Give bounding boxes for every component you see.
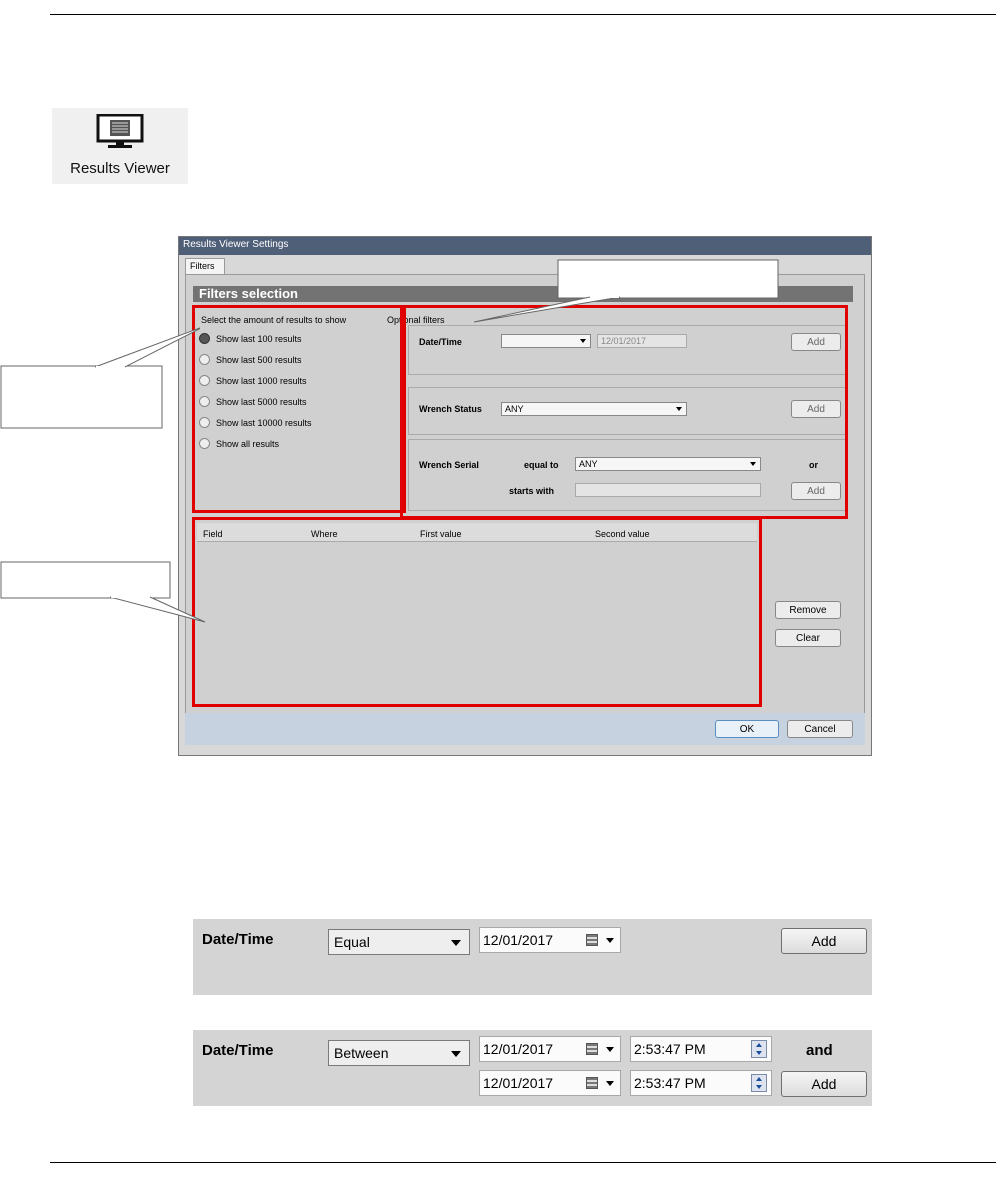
equal-add-button[interactable]: Add bbox=[781, 928, 867, 954]
datetime-equal-example: Date/Time Equal 12/01/2017 Add bbox=[193, 919, 872, 995]
between-add-button[interactable]: Add bbox=[781, 1071, 867, 1097]
between-date2-picker[interactable]: 12/01/2017 bbox=[479, 1070, 621, 1096]
chevron-down-icon bbox=[606, 1081, 614, 1086]
monitor-icon bbox=[96, 114, 144, 148]
and-label: and bbox=[806, 1042, 833, 1059]
datetime-equal-label: Date/Time bbox=[202, 931, 274, 948]
datetime-between-example: Date/Time Between 12/01/2017 2:53:47 PM … bbox=[193, 1030, 872, 1106]
top-rule bbox=[50, 14, 996, 15]
callout-amount bbox=[0, 327, 200, 429]
datetime-between-label: Date/Time bbox=[202, 1042, 274, 1059]
spinner-icon[interactable] bbox=[751, 1040, 767, 1058]
calendar-icon bbox=[586, 1077, 598, 1089]
chevron-down-icon bbox=[451, 940, 461, 946]
cancel-button[interactable]: Cancel bbox=[787, 720, 853, 738]
between-time2-input[interactable]: 2:53:47 PM bbox=[630, 1070, 772, 1096]
equal-condition-dropdown[interactable]: Equal bbox=[328, 929, 470, 955]
clear-button[interactable]: Clear bbox=[775, 629, 841, 647]
between-condition-dropdown[interactable]: Between bbox=[328, 1040, 470, 1066]
highlight-amount-box bbox=[192, 305, 406, 513]
callout-grid bbox=[0, 561, 206, 623]
chevron-down-icon bbox=[606, 938, 614, 943]
results-viewer-button[interactable]: Results Viewer bbox=[52, 108, 188, 184]
calendar-icon bbox=[586, 934, 598, 946]
calendar-icon bbox=[586, 1043, 598, 1055]
between-date1-picker[interactable]: 12/01/2017 bbox=[479, 1036, 621, 1062]
between-time1-input[interactable]: 2:53:47 PM bbox=[630, 1036, 772, 1062]
callout-optional-filters bbox=[473, 259, 779, 323]
bottom-rule bbox=[50, 1162, 996, 1163]
dialog-title: Results Viewer Settings bbox=[183, 239, 289, 250]
remove-button[interactable]: Remove bbox=[775, 601, 841, 619]
chevron-down-icon bbox=[606, 1047, 614, 1052]
highlight-grid-box bbox=[192, 517, 762, 707]
spinner-icon[interactable] bbox=[751, 1074, 767, 1092]
highlight-optional-filters-box bbox=[400, 305, 848, 519]
equal-date-picker[interactable]: 12/01/2017 bbox=[479, 927, 621, 953]
chevron-down-icon bbox=[451, 1051, 461, 1057]
tab-filters[interactable]: Filters bbox=[185, 258, 225, 274]
ok-button[interactable]: OK bbox=[715, 720, 779, 738]
results-viewer-label: Results Viewer bbox=[70, 160, 170, 177]
